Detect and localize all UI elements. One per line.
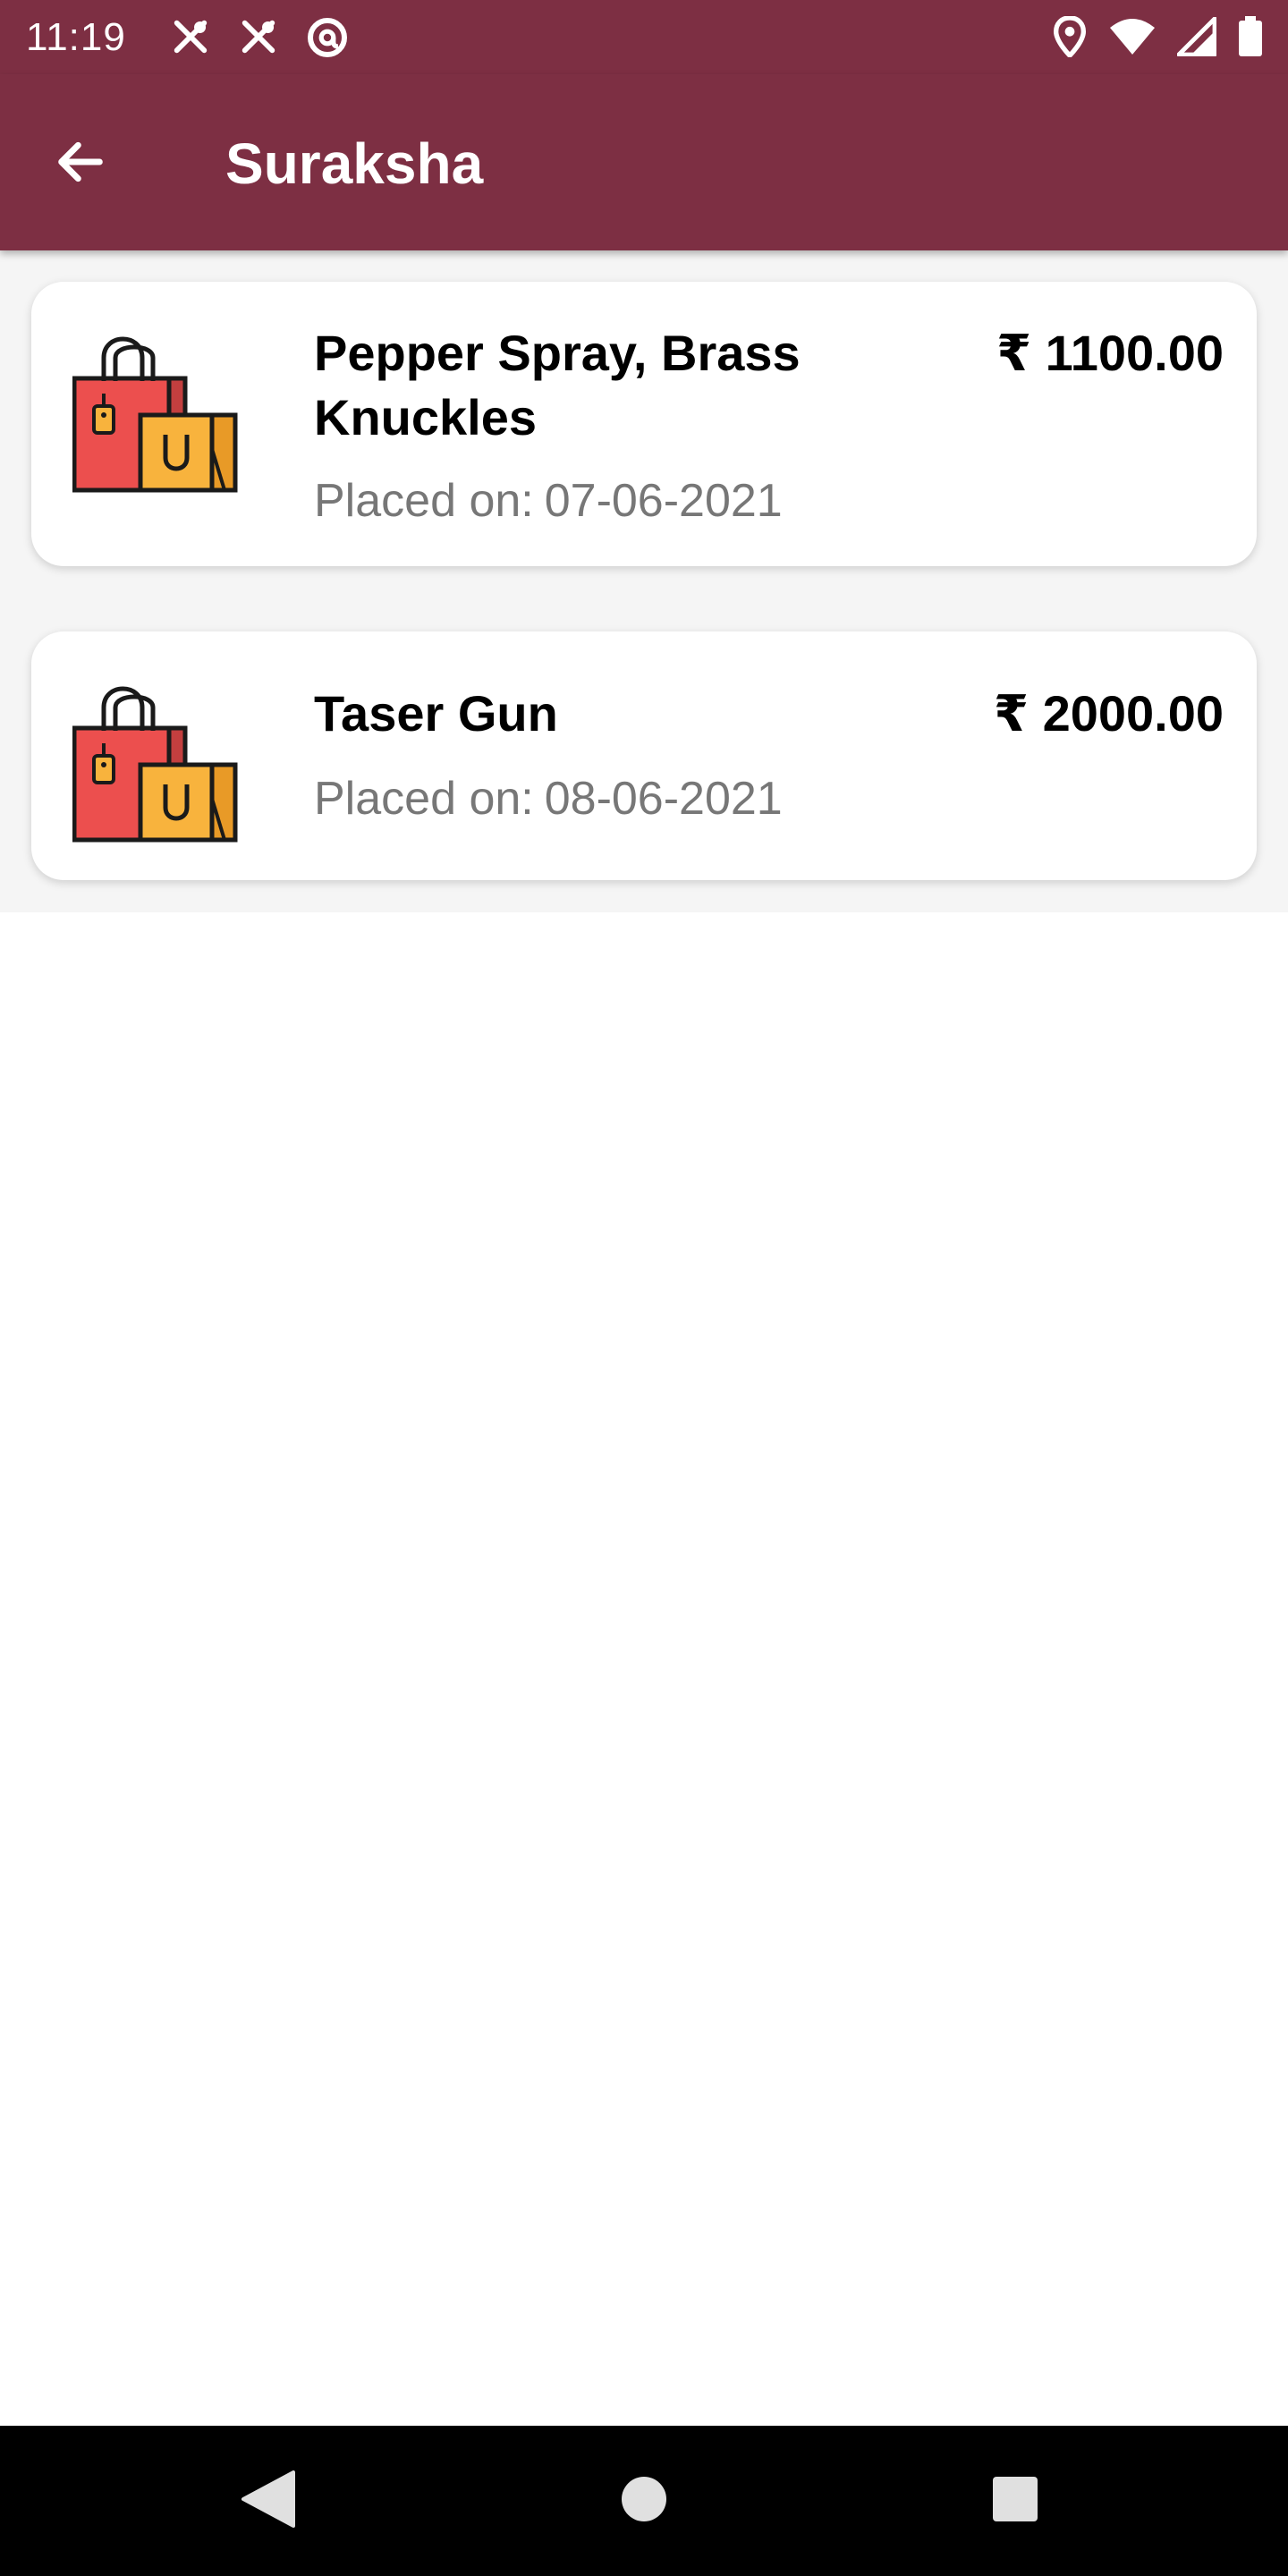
utensils-icon [238,16,279,59]
signal-icon [1177,17,1216,56]
nav-home-button[interactable] [599,2456,689,2546]
order-card[interactable]: Taser Gun ₹ 2000.00 Placed on: 08-06-2021 [31,631,1257,880]
system-nav-bar [0,2426,1288,2576]
order-placed-date: Placed on: 08-06-2021 [314,769,783,828]
back-button[interactable] [36,119,125,208]
page-title: Suraksha [225,131,484,196]
nav-back-button[interactable] [224,2456,313,2546]
nav-recents-button[interactable] [970,2456,1060,2546]
order-placed-date: Placed on: 07-06-2021 [314,471,783,530]
battery-icon [1238,16,1263,57]
nav-recents-square-icon [992,2476,1038,2527]
status-notification-icons [170,16,349,59]
placed-on-label: Placed on: [314,475,534,527]
utensils-icon [170,16,211,59]
order-date-value: 08-06-2021 [544,773,783,825]
shopping-bags-icon [72,327,239,494]
wifi-icon [1109,17,1156,56]
order-date-value: 07-06-2021 [544,475,783,527]
arrow-left-icon [52,133,109,195]
location-pin-icon [1052,16,1088,57]
order-card[interactable]: Pepper Spray, Brass Knuckles ₹ 1100.00 P… [31,282,1257,566]
status-bar: 11:19 [0,0,1288,74]
orders-list: Pepper Spray, Brass Knuckles ₹ 1100.00 P… [0,250,1288,912]
placed-on-label: Placed on: [314,773,534,825]
order-price: ₹ 1100.00 [996,325,1224,381]
order-item-name: Pepper Spray, Brass Knuckles [314,325,801,445]
nav-home-circle-icon [621,2476,667,2527]
status-system-icons [1052,16,1263,57]
at-sign-icon [306,16,349,59]
status-time: 11:19 [26,15,126,59]
nav-back-triangle-icon [242,2470,295,2532]
app-bar: Suraksha [0,74,1288,250]
shopping-bags-icon [72,677,239,843]
order-item-name: Taser Gun [314,685,558,741]
order-price: ₹ 2000.00 [994,685,1224,741]
